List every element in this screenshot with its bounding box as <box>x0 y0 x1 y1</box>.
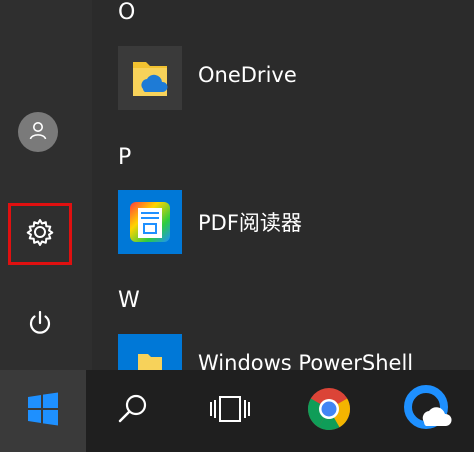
app-label-onedrive: OneDrive <box>198 63 297 87</box>
task-view-icon <box>208 394 252 428</box>
chrome-icon <box>306 386 352 436</box>
section-letter-w[interactable]: W <box>118 288 140 313</box>
cloud-app-icon <box>402 384 452 438</box>
start-menu-rail <box>0 0 92 370</box>
settings-button[interactable] <box>8 203 72 265</box>
search-icon <box>116 392 150 430</box>
start-button[interactable] <box>0 370 86 452</box>
onedrive-folder-icon <box>118 46 182 110</box>
app-label-pdf-reader: PDF阅读器 <box>198 211 302 235</box>
app-item-onedrive[interactable]: OneDrive <box>118 46 468 110</box>
pdf-reader-icon <box>118 190 182 254</box>
windows-logo-icon <box>26 392 60 430</box>
cloud-app-button[interactable] <box>392 370 462 452</box>
section-letter-o[interactable]: O <box>118 0 135 25</box>
user-account-button[interactable] <box>18 112 58 152</box>
search-button[interactable] <box>98 370 168 452</box>
chrome-button[interactable] <box>294 370 364 452</box>
user-icon <box>27 119 49 145</box>
section-letter-p[interactable]: P <box>118 145 131 170</box>
power-icon <box>25 308 55 342</box>
app-item-pdf-reader[interactable]: PDF阅读器 <box>118 190 468 254</box>
task-view-button[interactable] <box>195 370 265 452</box>
power-button[interactable] <box>8 294 72 356</box>
gear-icon <box>25 217 55 251</box>
taskbar <box>0 370 474 452</box>
